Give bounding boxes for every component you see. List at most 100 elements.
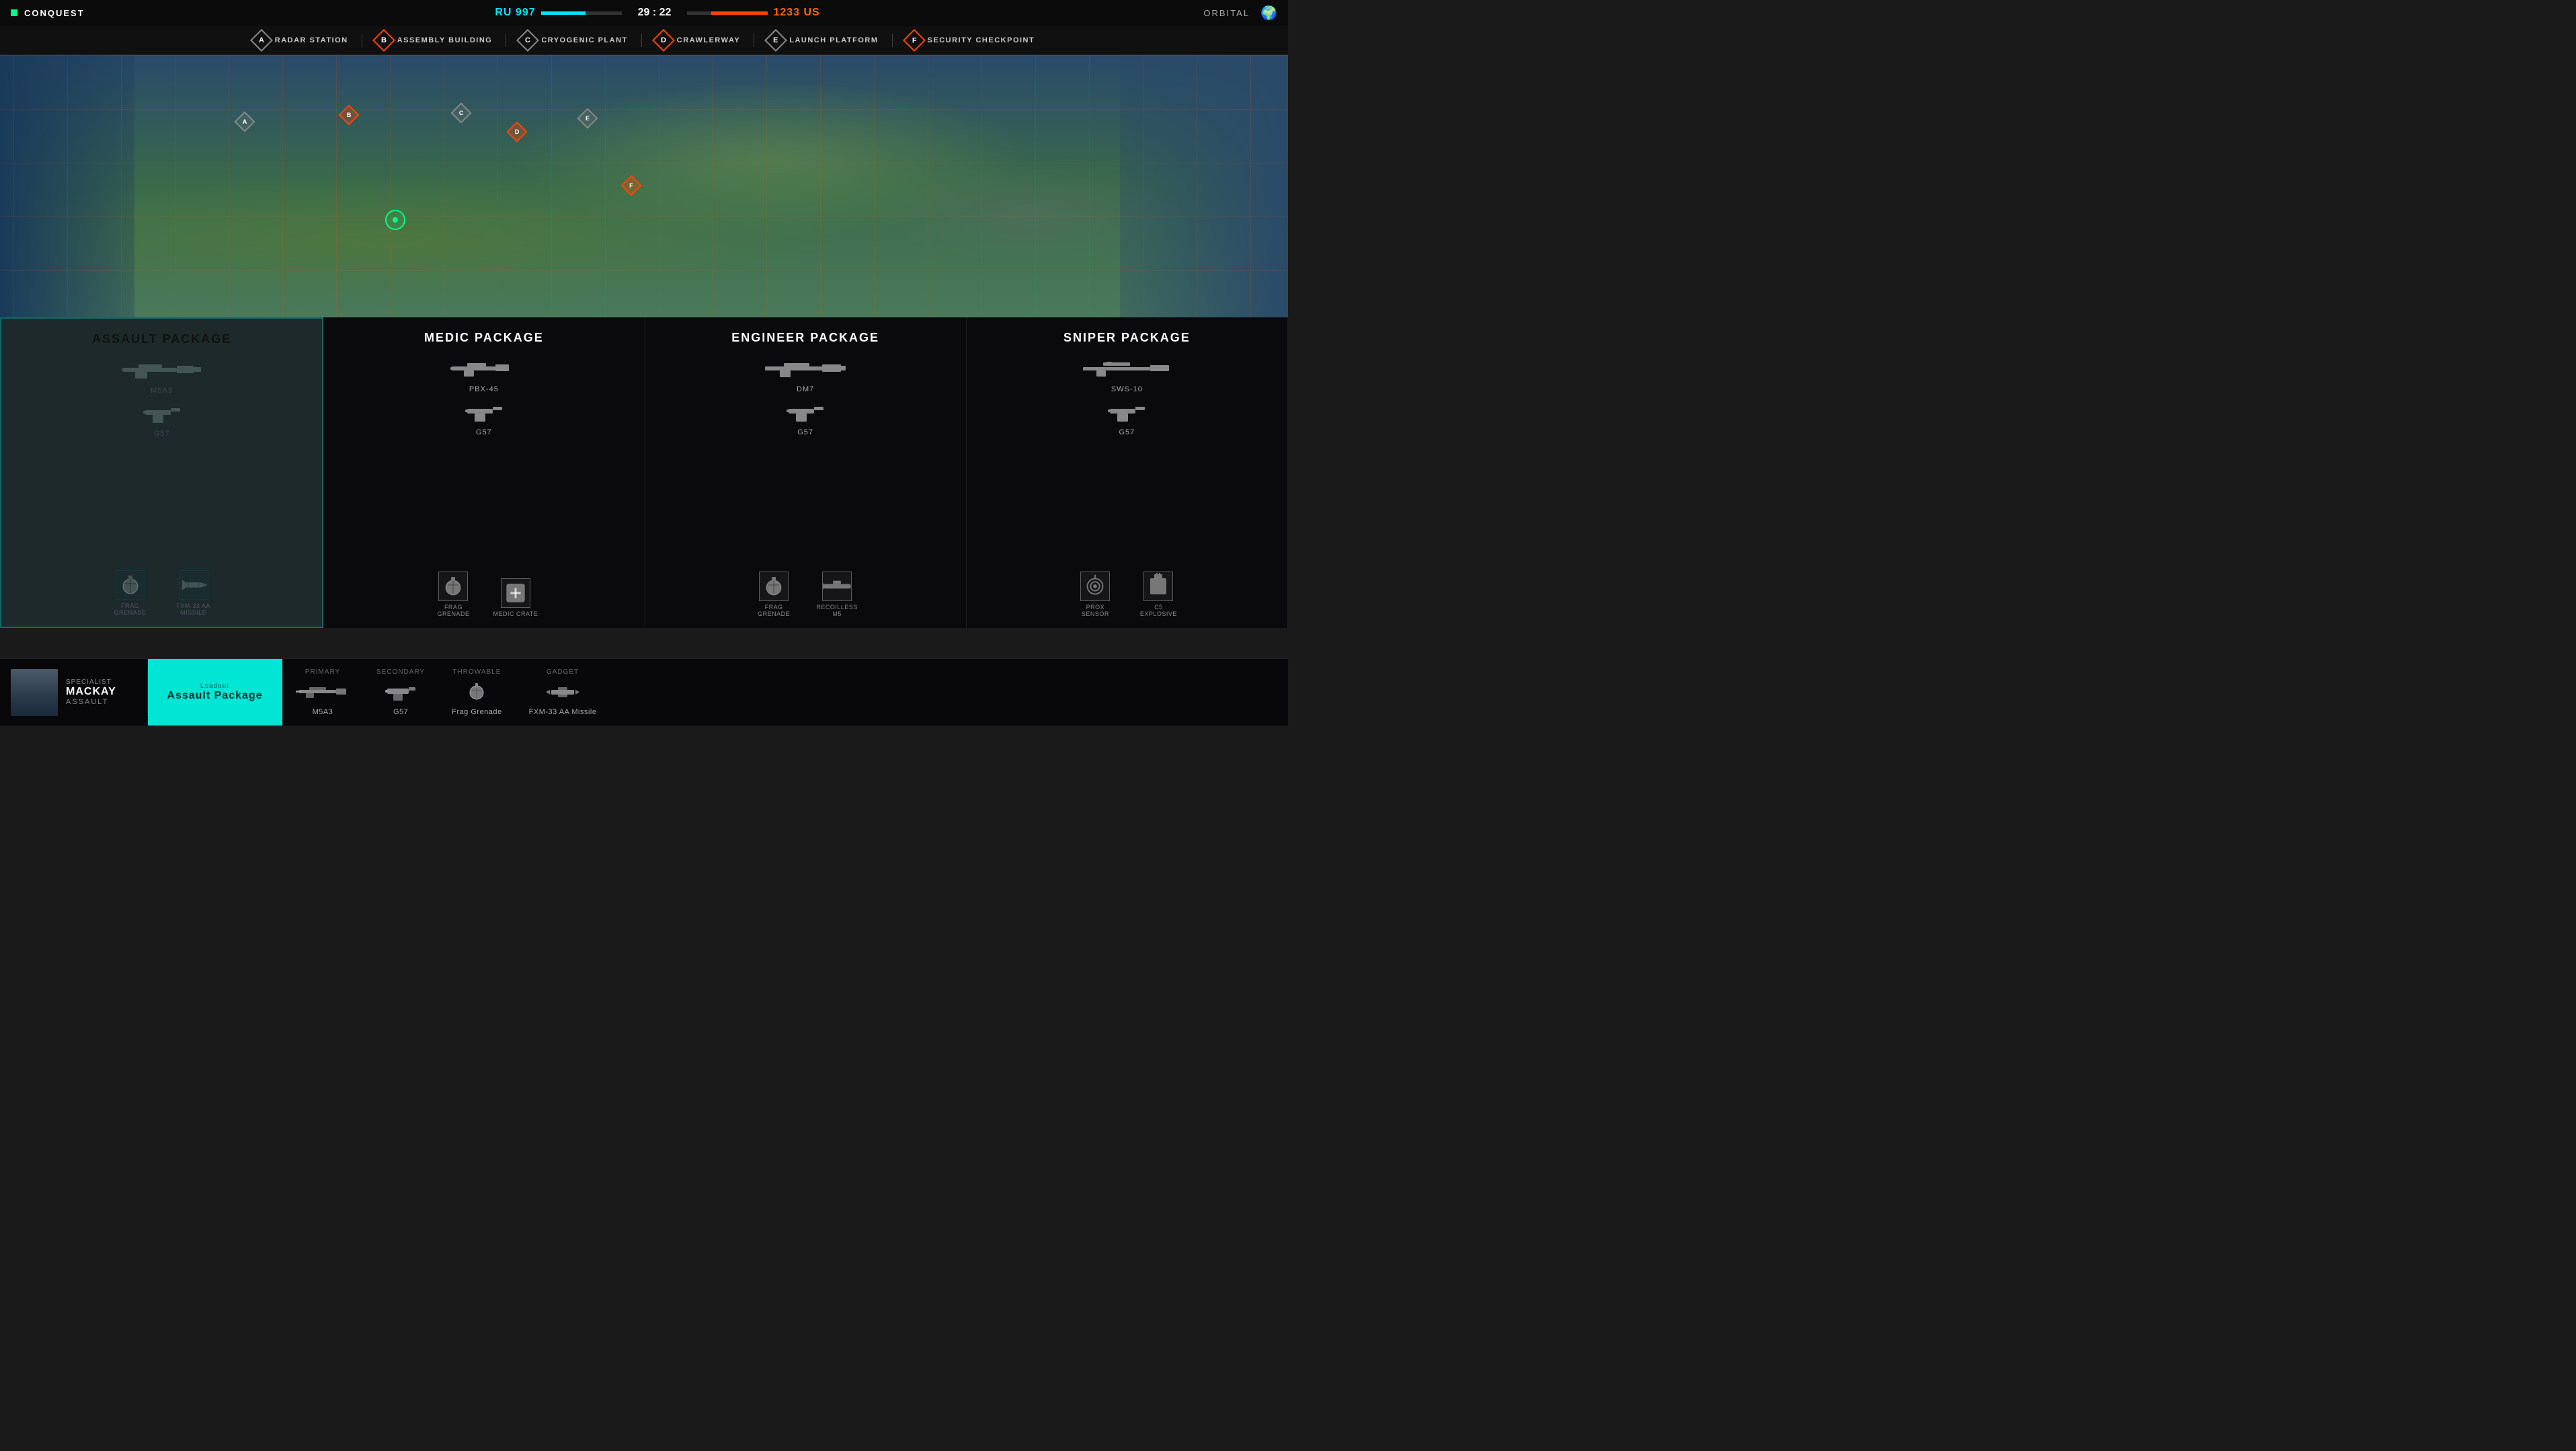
obj-label-a: RADAR STATION <box>275 36 348 44</box>
map-marker-d[interactable]: D <box>508 122 526 141</box>
secondary-weapon-svg <box>384 680 417 704</box>
map-marker-e[interactable]: E <box>578 109 597 128</box>
obj-item-f[interactable]: F SECURITY CHECKPOINT <box>898 30 1043 51</box>
obj-item-a[interactable]: A RADAR STATION <box>245 30 356 51</box>
gadget-label: Gadget <box>547 668 579 676</box>
primary-weapon-display: SWS-10 <box>1083 356 1170 393</box>
obj-item-b[interactable]: B ASSEMBLY BUILDING <box>368 30 501 51</box>
gadget-icon-0 <box>1080 572 1110 601</box>
primary-weapon-display: PBX-45 <box>450 356 518 393</box>
map-marker-f[interactable]: F <box>622 176 641 195</box>
obj-item-d[interactable]: D CRAWLERWAY <box>647 30 748 51</box>
obj-label-d: CRAWLERWAY <box>677 36 740 44</box>
map-area[interactable]: A B C D E F <box>0 55 1288 317</box>
throwable-slot[interactable]: Throwable Frag Grenade <box>452 668 501 716</box>
secondary-weapon-name: G57 <box>476 428 492 436</box>
gadget-item-0: FRAG GRENADE <box>430 572 477 617</box>
gadgets-row: PROX SENSOR C5 EXPLOSIVE <box>1072 572 1182 617</box>
gadget-item-1: FXM-33 AA MISSILE <box>170 570 217 616</box>
obj-badge-c: C <box>516 29 539 52</box>
primary-weapon-display: DM7 <box>765 356 846 393</box>
us-progress-bar <box>687 11 768 15</box>
secondary-slot[interactable]: SECONDARY G57 <box>376 668 425 716</box>
gadget-item-1: RECOILLESS M5 <box>813 572 860 617</box>
obj-item-c[interactable]: C CRYOGENIC PLANT <box>512 30 635 51</box>
gadget-name-1: RECOILLESS M5 <box>813 604 860 617</box>
globe-icon[interactable]: 🌍 <box>1260 5 1277 22</box>
primary-name: M5A3 <box>313 708 333 716</box>
gadget-item-1: MEDIC CRATE <box>493 578 538 617</box>
gadget-icon-0 <box>438 572 468 601</box>
gadgets-row: FRAG GRENADE RECOILLESS M5 <box>750 572 860 617</box>
throwable-svg <box>465 680 489 704</box>
primary-weapon-name: PBX-45 <box>469 385 499 393</box>
throwable-label: Throwable <box>452 668 501 676</box>
secondary-weapon-name: G57 <box>797 428 813 436</box>
gadget-item-0: FRAG GRENADE <box>750 572 797 617</box>
specialist-info: Specialist MACKAY ASSAULT <box>0 669 148 716</box>
primary-weapon-display: M5A3 <box>122 357 202 395</box>
obj-badge-d: D <box>652 29 675 52</box>
secondary-weapon-display: G57 <box>1106 399 1147 436</box>
map-marker-a[interactable]: A <box>235 112 254 131</box>
gadget-name-1: FXM-33 AA MISSILE <box>170 602 217 616</box>
secondary-icon <box>384 678 417 705</box>
obj-item-e[interactable]: E LAUNCH PLATFORM <box>760 30 886 51</box>
gadget-item-1: C5 EXPLOSIVE <box>1135 572 1182 617</box>
gadget-icon <box>546 678 579 705</box>
obj-badge-f: F <box>903 29 926 52</box>
server-name: ORBITAL <box>1203 8 1250 18</box>
specialist-label: Specialist <box>66 678 116 686</box>
primary-weapon-img <box>122 357 202 384</box>
secondary-weapon-img <box>464 399 504 426</box>
throwable-icon <box>465 678 489 705</box>
secondary-weapon-img <box>785 399 826 426</box>
gadget-icon-0 <box>116 570 145 600</box>
obj-label-b: ASSEMBLY BUILDING <box>397 36 493 44</box>
obj-label-e: LAUNCH PLATFORM <box>789 36 878 44</box>
gadget-slot[interactable]: Gadget FXM-33 AA Missile <box>529 668 597 716</box>
map-marker-c[interactable]: C <box>452 104 471 122</box>
loadout-tab-label: Loadout <box>200 682 229 690</box>
primary-weapon-img <box>1083 356 1170 383</box>
package-card-engineer[interactable]: ENGINEER PACKAGE DM7 G57 <box>645 317 967 628</box>
gadget-name-1: MEDIC CRATE <box>493 611 538 617</box>
gadget-icon-1 <box>501 578 530 608</box>
secondary-weapon-display: G57 <box>464 399 504 436</box>
gadget-name-0: PROX SENSOR <box>1072 604 1119 617</box>
specialist-name: MACKAY <box>66 686 116 698</box>
specialist-class: ASSAULT <box>66 698 116 706</box>
gadget-name-0: FRAG GRENADE <box>107 602 154 616</box>
primary-weapon-img <box>450 356 518 383</box>
obj-badge-e: E <box>764 29 787 52</box>
secondary-weapon-img <box>142 400 182 427</box>
gadget-name-0: FRAG GRENADE <box>750 604 797 617</box>
primary-weapon-name: SWS-10 <box>1111 385 1143 393</box>
gadget-icon-1 <box>822 572 852 601</box>
secondary-label: SECONDARY <box>376 668 425 676</box>
package-title: MEDIC PACKAGE <box>424 331 544 345</box>
secondary-weapon-display: G57 <box>142 400 182 438</box>
loadout-tab[interactable]: Loadout Assault Package <box>148 659 282 726</box>
map-marker-b[interactable]: B <box>339 106 358 124</box>
specialist-avatar <box>11 669 58 716</box>
package-card-sniper[interactable]: SNIPER PACKAGE SWS-10 G57 <box>967 317 1288 628</box>
package-card-medic[interactable]: MEDIC PACKAGE PBX-45 G57 <box>323 317 645 628</box>
gadget-icon-1 <box>179 570 208 600</box>
secondary-weapon-name: G57 <box>154 430 170 438</box>
map-background: A B C D E F <box>0 55 1288 317</box>
package-card-assault[interactable]: ASSAULT PACKAGE M5A3 G57 <box>0 317 323 628</box>
gadget-name-0: FRAG GRENADE <box>430 604 477 617</box>
loadout-panel: ASSAULT PACKAGE M5A3 G57 <box>0 317 1288 628</box>
secondary-name: G57 <box>393 708 408 716</box>
us-score: 1233 US <box>773 7 819 19</box>
primary-weapon-name: DM7 <box>797 385 814 393</box>
objective-bar: A RADAR STATION B ASSEMBLY BUILDING C CR… <box>0 26 1288 55</box>
match-timer: 29 : 22 <box>638 7 672 19</box>
specialist-text: Specialist MACKAY ASSAULT <box>66 678 116 706</box>
primary-slot[interactable]: Primary M5A3 <box>296 668 350 716</box>
package-title: ENGINEER PACKAGE <box>731 331 879 345</box>
map-grid-overlay <box>0 55 1288 317</box>
obj-badge-b: B <box>372 29 395 52</box>
primary-weapon-svg <box>296 682 350 702</box>
